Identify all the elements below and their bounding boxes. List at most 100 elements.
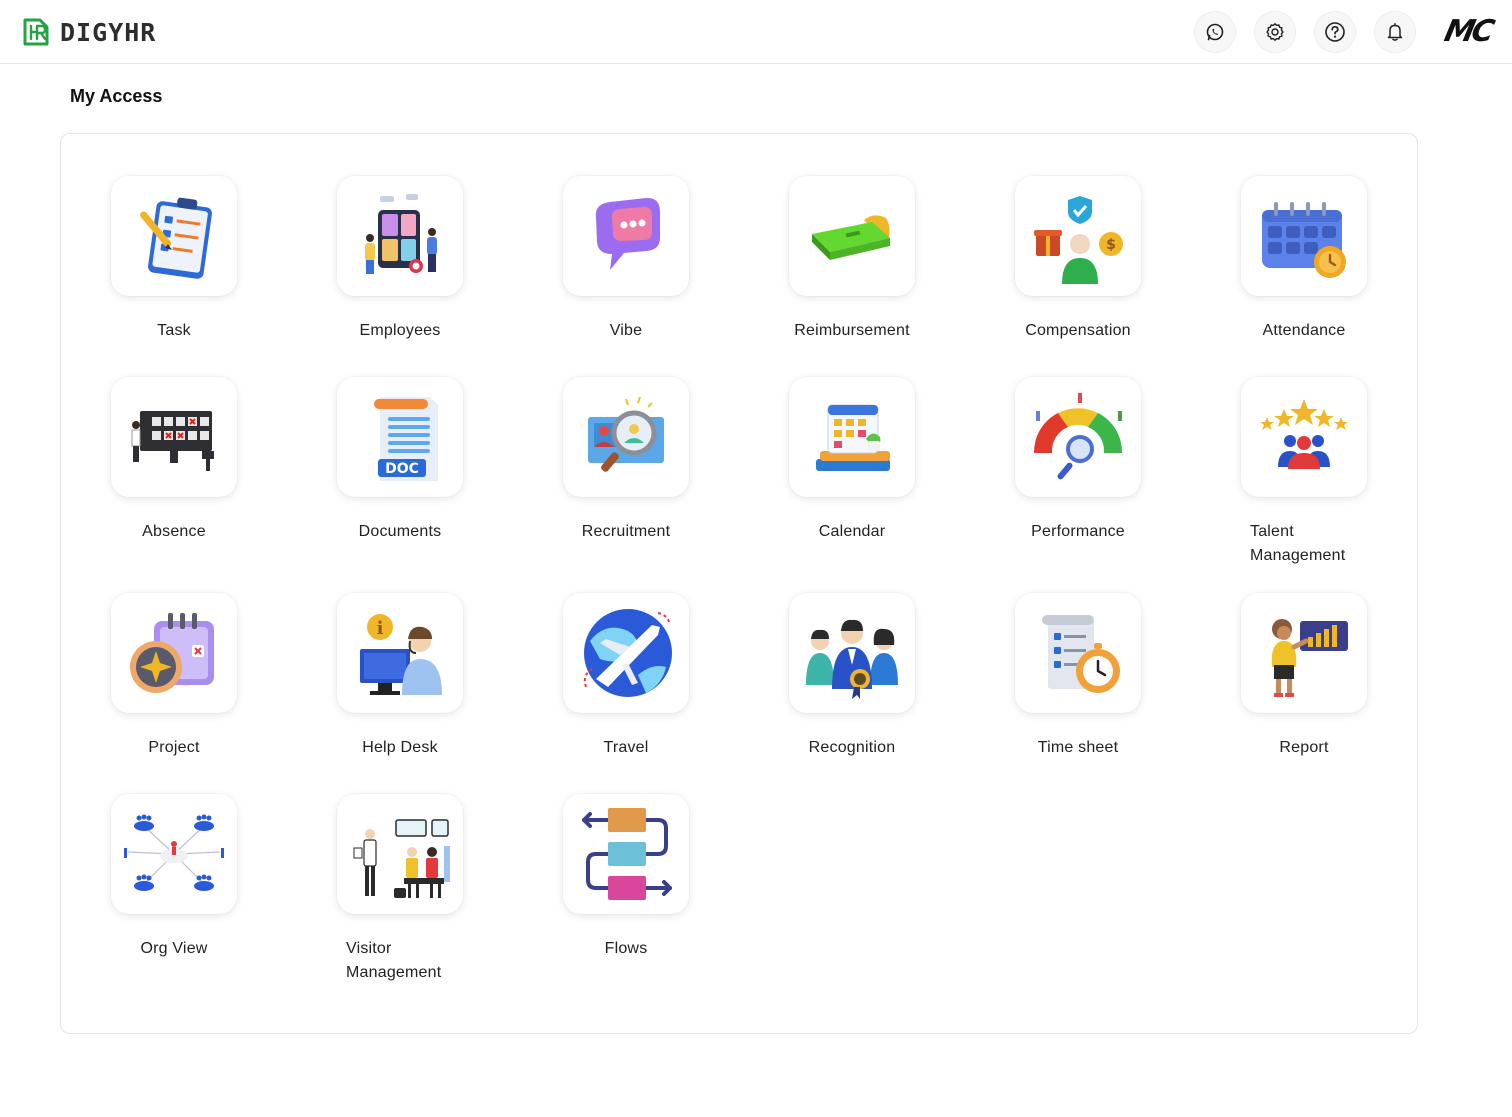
app-card[interactable] (1241, 593, 1367, 713)
whatsapp-icon (1206, 23, 1224, 41)
chat-bubble-icon (595, 197, 660, 270)
gauge-icon (1033, 393, 1123, 480)
bell-icon (1387, 23, 1403, 41)
app-tile-calendar[interactable]: Calendar (762, 377, 942, 577)
app-label: Report (1279, 739, 1329, 756)
app-tile-compensation[interactable]: $ Compensation (988, 176, 1168, 376)
app-tile-help-desk[interactable]: i Help Desk (310, 593, 490, 793)
app-logo[interactable]: DIGYHR (22, 16, 156, 48)
app-tile-documents[interactable]: DOC Documents (310, 377, 490, 577)
app-card[interactable] (111, 593, 237, 713)
settings-button[interactable] (1254, 11, 1296, 53)
app-card[interactable]: DOC (337, 377, 463, 497)
app-tile-project[interactable]: Project (84, 593, 264, 793)
calendar-clock-icon (1262, 202, 1346, 278)
document-icon: DOC (374, 397, 438, 481)
app-card[interactable] (111, 794, 237, 914)
report-chart-icon (1271, 619, 1348, 697)
app-tile-employees[interactable]: Employees (310, 176, 490, 376)
app-label: Project (148, 739, 200, 756)
app-label: Recruitment (581, 523, 671, 540)
app-label: Talent Management (1250, 523, 1346, 564)
stars-people-icon (1260, 399, 1348, 469)
app-label: Org View (140, 940, 208, 957)
app-card[interactable] (337, 794, 463, 914)
app-card[interactable] (789, 377, 915, 497)
app-label: Performance (1031, 523, 1125, 540)
timesheet-stopwatch-icon (1042, 615, 1120, 693)
app-card[interactable] (563, 593, 689, 713)
whatsapp-button[interactable] (1194, 11, 1236, 53)
app-label: Recognition (808, 739, 896, 756)
app-tile-vibe[interactable]: Vibe (536, 176, 716, 376)
app-card[interactable] (111, 176, 237, 296)
svg-text:$: $ (1106, 237, 1116, 253)
app-tile-org-view[interactable]: Org View (84, 794, 264, 994)
calendar-icon (816, 404, 890, 471)
app-card[interactable] (563, 794, 689, 914)
app-label: Calendar (818, 523, 886, 540)
app-card[interactable] (1241, 176, 1367, 296)
app-label: Reimbursement (794, 322, 910, 339)
app-card[interactable] (563, 377, 689, 497)
app-tile-talent-management[interactable]: Talent Management (1214, 377, 1394, 577)
svg-text:i: i (377, 618, 384, 639)
company-logo[interactable]: MC (1441, 14, 1494, 49)
app-card[interactable] (337, 176, 463, 296)
app-tile-performance[interactable]: Performance (988, 377, 1168, 577)
app-label: Absence (142, 523, 206, 540)
org-network-icon (124, 814, 224, 891)
cash-icon (812, 215, 890, 260)
app-card[interactable] (1241, 377, 1367, 497)
app-label: Employees (359, 322, 441, 339)
notifications-button[interactable] (1374, 11, 1416, 53)
app-card[interactable]: $ (1015, 176, 1141, 296)
app-tile-flows[interactable]: Flows (536, 794, 716, 994)
app-label: Help Desk (362, 739, 438, 756)
app-tile-report[interactable]: Report (1214, 593, 1394, 793)
svg-text:DOC: DOC (385, 461, 419, 477)
app-label: Flows (604, 940, 648, 957)
app-label: Vibe (609, 322, 643, 339)
app-card[interactable] (1015, 377, 1141, 497)
gear-icon (1266, 23, 1284, 41)
hr-logo-icon (23, 18, 49, 46)
airplane-globe-icon (583, 609, 672, 697)
app-card[interactable] (789, 593, 915, 713)
help-icon (1325, 22, 1345, 42)
app-label: Time sheet (1037, 739, 1119, 756)
employees-icon (365, 194, 437, 274)
app-tile-time-sheet[interactable]: Time sheet (988, 593, 1168, 793)
app-tile-visitor-management[interactable]: Visitor Management (310, 794, 490, 994)
app-card[interactable] (111, 377, 237, 497)
app-tile-travel[interactable]: Travel (536, 593, 716, 793)
app-tile-task[interactable]: Task (84, 176, 264, 376)
app-label: Task (157, 322, 191, 339)
app-card[interactable] (789, 176, 915, 296)
app-label: Visitor Management (346, 940, 442, 981)
visitor-icon (353, 819, 450, 898)
app-tile-absence[interactable]: Absence (84, 377, 264, 577)
magnifier-person-icon (588, 396, 664, 472)
top-bar: DIGYHR MC (0, 0, 1512, 64)
app-tile-reimbursement[interactable]: Reimbursement (762, 176, 942, 376)
award-team-icon (806, 619, 898, 699)
absence-board-icon (131, 411, 214, 471)
help-button[interactable] (1314, 11, 1356, 53)
access-grid-panel: Task Employees Vibe Reimbursement $ Comp… (60, 133, 1418, 1034)
task-clipboard-icon (140, 197, 212, 279)
app-tile-recruitment[interactable]: Recruitment (536, 377, 716, 577)
app-card[interactable]: i (337, 593, 463, 713)
help-desk-icon: i (360, 614, 442, 695)
app-card[interactable] (1015, 593, 1141, 713)
app-tile-attendance[interactable]: Attendance (1214, 176, 1394, 376)
app-name: DIGYHR (60, 17, 157, 47)
compensation-icon: $ (1034, 196, 1123, 284)
app-card[interactable] (563, 176, 689, 296)
app-label: Documents (358, 523, 442, 540)
flow-blocks-icon (582, 808, 672, 900)
app-label: Attendance (1262, 322, 1346, 339)
app-label: Travel (603, 739, 649, 756)
app-label: Compensation (1025, 322, 1131, 339)
app-tile-recognition[interactable]: Recognition (762, 593, 942, 793)
